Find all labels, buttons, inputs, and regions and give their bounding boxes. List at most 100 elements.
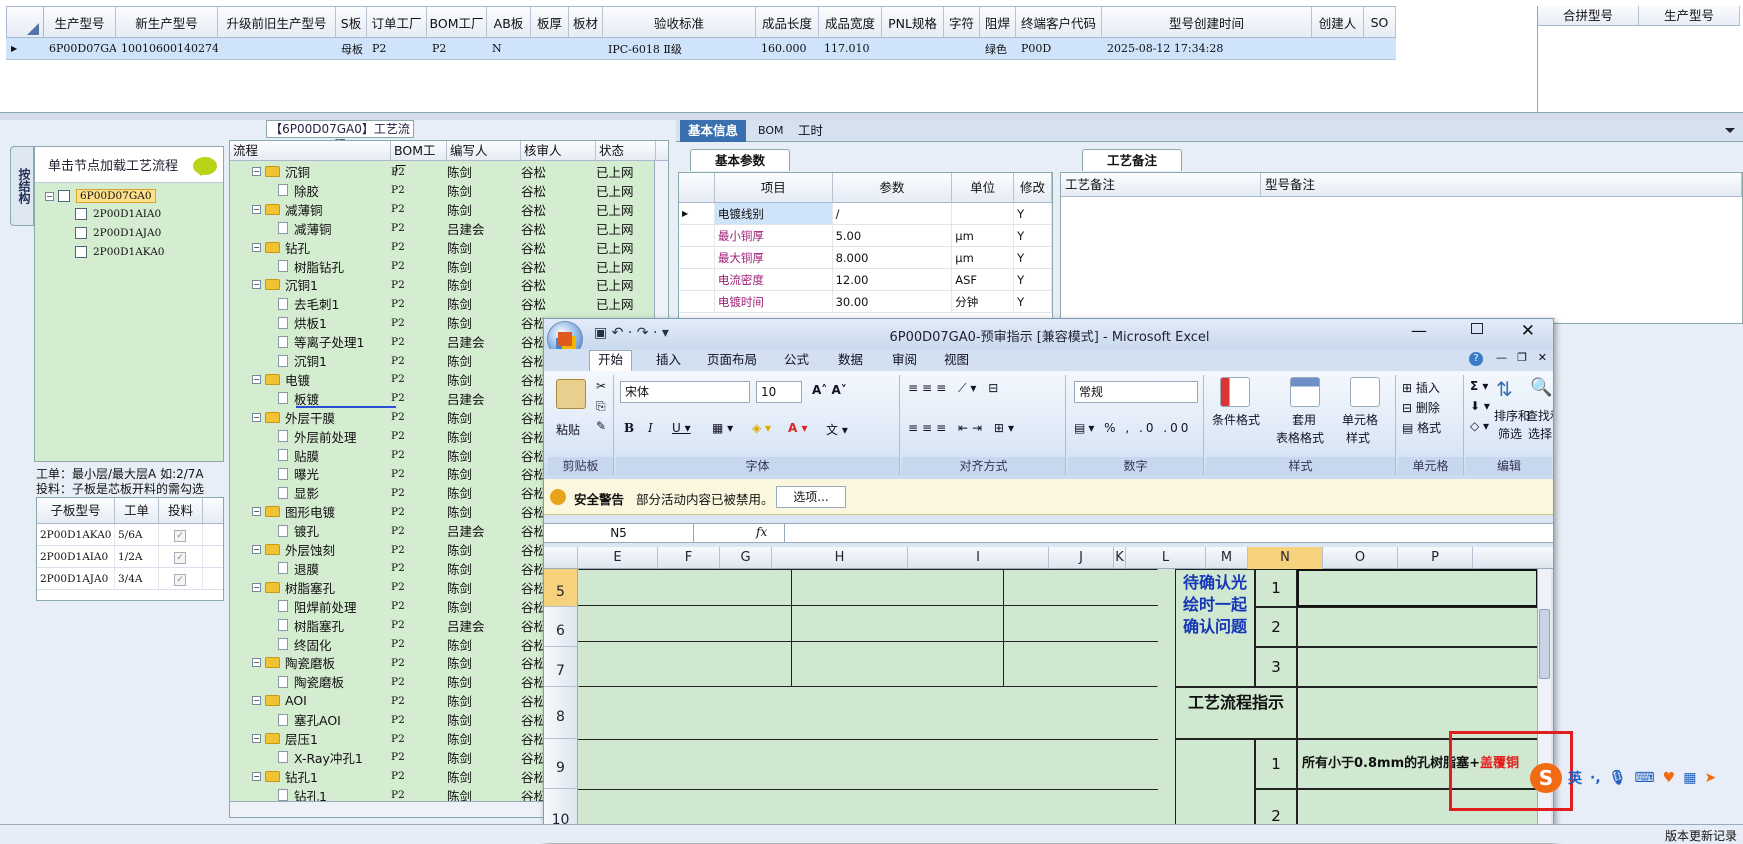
- column-header[interactable]: L: [1126, 547, 1206, 569]
- collapse-icon[interactable]: −: [252, 658, 261, 668]
- process-cell[interactable]: 工艺流程指示: [1175, 687, 1297, 739]
- active-cell-n5[interactable]: [1297, 569, 1538, 607]
- ribbon-tab-home[interactable]: 开始: [589, 350, 633, 371]
- side-tab-structure[interactable]: 按结构: [10, 146, 34, 226]
- row-header[interactable]: 8: [544, 687, 578, 739]
- grid-col-header[interactable]: S板: [336, 7, 367, 37]
- ime-language[interactable]: 英: [1568, 768, 1582, 788]
- grid-cell[interactable]: [1364, 38, 1396, 59]
- conditional-format-button[interactable]: 条件格式: [1212, 411, 1260, 428]
- maximize-icon[interactable]: [1471, 323, 1483, 334]
- merged-cell[interactable]: [578, 569, 1158, 687]
- param-row[interactable]: 最大铜厚 8.000 μm Y: [679, 247, 1052, 269]
- version-log-link[interactable]: 版本更新记录: [1665, 827, 1737, 844]
- collapse-icon[interactable]: −: [252, 507, 261, 517]
- param-cell[interactable]: Y: [1014, 247, 1052, 268]
- sort-filter-icon[interactable]: ⇅: [1496, 377, 1513, 401]
- grid-col-header[interactable]: 字符: [944, 7, 980, 37]
- cell[interactable]: [1297, 647, 1538, 687]
- flow-row[interactable]: − 沉铜 P2 陈剑 谷松 已上网: [230, 162, 668, 181]
- delete-cells-button[interactable]: ⊟ 删除: [1402, 399, 1440, 416]
- col-writer[interactable]: 编写人: [447, 141, 521, 160]
- collapse-icon[interactable]: −: [252, 696, 261, 706]
- grid-col-header[interactable]: 订单工厂: [367, 7, 427, 37]
- grid-col-header[interactable]: 验收标准: [603, 7, 756, 37]
- collapse-icon[interactable]: −: [252, 582, 261, 592]
- clear-icon[interactable]: ◇ ▾: [1470, 419, 1489, 433]
- chevron-down-icon[interactable]: [1725, 128, 1735, 138]
- grid-col-header[interactable]: 升级前旧生产型号: [218, 7, 336, 37]
- tree-child[interactable]: 2P00D1AKA0: [75, 246, 164, 258]
- number-format-select[interactable]: 常规: [1074, 381, 1198, 403]
- grid-cell[interactable]: N: [487, 38, 531, 59]
- confirm-cell[interactable]: 待确认光绘时一起确认问题: [1175, 569, 1255, 687]
- grid-col-header[interactable]: PNL规格: [882, 7, 944, 37]
- format-painter-icon[interactable]: ✎: [596, 419, 606, 433]
- table-row[interactable]: 2P00D1AJA0 3/4A ✓: [37, 568, 223, 590]
- fill-color-icon[interactable]: ◈ ▾: [752, 421, 771, 435]
- ribbon-tab-data[interactable]: 数据: [838, 351, 863, 369]
- grid-cell[interactable]: 117.010: [819, 38, 882, 59]
- toolbox-icon[interactable]: ▦: [1683, 770, 1696, 786]
- col-merge-model[interactable]: 合拼型号: [1538, 6, 1639, 25]
- select-all[interactable]: [544, 547, 578, 569]
- cell-style-button[interactable]: 单元格: [1342, 411, 1378, 428]
- cell-number[interactable]: 1: [1255, 569, 1297, 607]
- grid-cell[interactable]: IPC-6018 Ⅱ级: [603, 38, 756, 59]
- underline-button[interactable]: U ▾: [672, 421, 691, 435]
- param-cell[interactable]: 电流密度: [715, 269, 833, 290]
- collapse-icon[interactable]: −: [252, 204, 261, 214]
- param-cell[interactable]: Y: [1014, 225, 1052, 246]
- tab-basic-params[interactable]: 基本参数: [690, 149, 790, 171]
- grid-cell[interactable]: 160.000: [756, 38, 819, 59]
- cell[interactable]: [1297, 607, 1538, 647]
- flow-row[interactable]: − 减薄铜 P2 陈剑 谷松 已上网: [230, 200, 668, 219]
- grid-cell[interactable]: P00D: [1016, 38, 1102, 59]
- collapse-icon[interactable]: −: [252, 242, 261, 252]
- row-header[interactable]: 5: [544, 569, 578, 607]
- cell-number[interactable]: 1: [1255, 739, 1297, 789]
- grid-col-header[interactable]: 新生产型号: [116, 7, 218, 37]
- fx-icon[interactable]: fx: [756, 525, 767, 539]
- grid-cell[interactable]: [882, 38, 944, 59]
- settings-icon[interactable]: ➤: [1704, 770, 1716, 786]
- param-row[interactable]: 电流密度 12.00 ASF Y: [679, 269, 1052, 291]
- font-color-icon[interactable]: A ▾: [788, 421, 808, 435]
- tab-process-remark[interactable]: 工艺备注: [1082, 149, 1182, 171]
- row-indicator[interactable]: ▶: [6, 38, 44, 59]
- ribbon-tab-formula[interactable]: 公式: [784, 351, 809, 369]
- grid-col-header[interactable]: 板材: [569, 7, 603, 37]
- table-format-button[interactable]: 套用: [1292, 411, 1316, 428]
- column-header[interactable]: J: [1049, 547, 1114, 569]
- copy-icon[interactable]: ⎘: [596, 399, 606, 414]
- grid-col-header[interactable]: 创建人: [1312, 7, 1364, 37]
- column-header[interactable]: G: [720, 547, 772, 569]
- help-icon[interactable]: ?: [1469, 352, 1483, 366]
- param-cell[interactable]: Y: [1014, 269, 1052, 290]
- sogou-logo-icon[interactable]: S: [1530, 763, 1562, 793]
- grid-col-header[interactable]: 成品宽度: [819, 7, 882, 37]
- table-row[interactable]: 2P00D1AKA0 5/6A ✓: [37, 524, 223, 546]
- grid-cell[interactable]: 绿色: [980, 38, 1016, 59]
- font-name-select[interactable]: 宋体: [620, 381, 750, 403]
- format-cells-button[interactable]: ▤ 格式: [1402, 419, 1441, 436]
- excel-titlebar[interactable]: 6P00D07GA0-预审指示 [兼容模式] - Microsoft Excel…: [544, 319, 1553, 349]
- find-select-icon[interactable]: 🔍: [1530, 377, 1552, 398]
- param-cell[interactable]: 12.00: [833, 269, 953, 290]
- param-cell[interactable]: 30.00: [833, 291, 953, 312]
- grid-col-header[interactable]: AB板: [487, 7, 531, 37]
- phonetic-icon[interactable]: 文 ▾: [826, 421, 848, 438]
- grid-col-header[interactable]: SO: [1364, 7, 1396, 37]
- grid-cell[interactable]: P2: [367, 38, 427, 59]
- grid-col-header[interactable]: 终端客户代码: [1016, 7, 1102, 37]
- punctuation-icon[interactable]: ·,: [1590, 770, 1601, 786]
- column-header[interactable]: H: [772, 547, 908, 569]
- param-cell[interactable]: 最小铜厚: [715, 225, 833, 246]
- tab-basic-info[interactable]: 基本信息: [680, 120, 747, 142]
- grid-corner[interactable]: [6, 6, 44, 38]
- collapse-icon[interactable]: −: [252, 734, 261, 743]
- fill-icon[interactable]: ⬇ ▾: [1470, 399, 1490, 413]
- table-format-icon[interactable]: [1290, 377, 1320, 407]
- ribbon-tab-view[interactable]: 视图: [944, 351, 969, 369]
- paste-icon[interactable]: [556, 379, 586, 409]
